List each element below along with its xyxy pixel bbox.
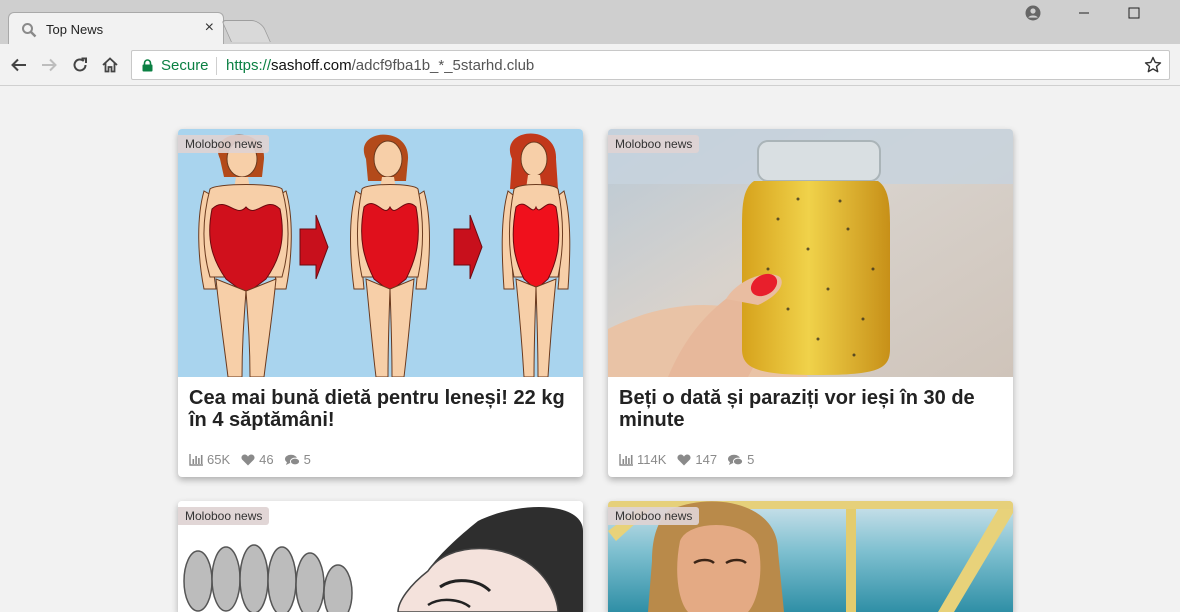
browser-tab[interactable]: Top News × <box>8 12 224 45</box>
likes-count: 147 <box>695 452 718 467</box>
news-card[interactable]: Moloboo news <box>178 501 583 612</box>
news-card[interactable]: Moloboo news Beți o dată și paraziți vor… <box>608 129 1013 477</box>
views-count: 114K <box>637 452 667 467</box>
card-image[interactable]: Moloboo news <box>608 129 1013 377</box>
source-badge: Moloboo news <box>178 507 270 525</box>
new-tab-button[interactable] <box>221 20 271 42</box>
close-icon[interactable]: × <box>205 19 214 37</box>
tab-title: Top News <box>46 22 104 37</box>
likes-icon <box>677 454 691 465</box>
back-icon[interactable] <box>7 53 31 77</box>
likes-icon <box>241 454 255 465</box>
minimize-icon[interactable] <box>1062 0 1106 26</box>
maximize-icon[interactable] <box>1112 0 1156 26</box>
comments-icon <box>284 454 300 465</box>
source-badge: Moloboo news <box>178 135 270 153</box>
news-card[interactable]: Moloboo news Cea mai bună dietă pentru l… <box>178 129 583 477</box>
views-icon <box>619 453 633 466</box>
omnibox-divider <box>216 57 217 75</box>
reload-icon[interactable] <box>68 53 92 77</box>
browser-toolbar: Secure https://sashoff.com/adcf9fba1b_*_… <box>0 44 1180 86</box>
comments-count: 5 <box>747 452 755 467</box>
comments-stat[interactable]: 5 <box>284 452 311 467</box>
card-image[interactable]: Moloboo news <box>608 501 1013 612</box>
url-text[interactable]: https://sashoff.com/adcf9fba1b_*_5starhd… <box>226 57 534 74</box>
card-image[interactable]: Moloboo news <box>178 129 583 377</box>
star-icon[interactable] <box>1144 56 1162 79</box>
likes-count: 46 <box>259 452 274 467</box>
search-icon <box>21 22 37 38</box>
browser-titlebar: Top News × <box>0 0 1180 45</box>
news-card[interactable]: Moloboo news <box>608 501 1013 612</box>
card-title[interactable]: Cea mai bună dietă pentru leneși! 22 kg … <box>189 387 574 431</box>
secure-label: Secure <box>161 57 209 74</box>
address-bar[interactable]: Secure https://sashoff.com/adcf9fba1b_*_… <box>131 50 1170 80</box>
lock-icon <box>142 59 153 77</box>
url-path: /adcf9fba1b_*_5starhd.club <box>351 57 535 74</box>
source-badge: Moloboo news <box>608 135 700 153</box>
comments-count: 5 <box>303 452 311 467</box>
likes-stat[interactable]: 46 <box>241 452 274 467</box>
profile-icon[interactable] <box>1011 0 1055 26</box>
url-host: sashoff.com <box>271 57 352 74</box>
views-stat: 114K <box>619 452 666 467</box>
forward-icon[interactable] <box>37 53 61 77</box>
views-count: 65K <box>207 452 231 467</box>
card-stats: 65K 46 5 <box>189 452 322 467</box>
comments-icon <box>728 454 744 465</box>
views-icon <box>189 453 203 466</box>
home-icon[interactable] <box>98 53 122 77</box>
likes-stat[interactable]: 147 <box>677 452 717 467</box>
views-stat: 65K <box>189 452 230 467</box>
card-title[interactable]: Beți o dată și paraziți vor ieși în 30 d… <box>619 387 1004 431</box>
card-stats: 114K 147 5 <box>619 452 765 467</box>
url-scheme: https:// <box>226 57 272 74</box>
card-image[interactable]: Moloboo news <box>178 501 583 612</box>
source-badge: Moloboo news <box>608 507 700 525</box>
comments-stat[interactable]: 5 <box>728 452 754 467</box>
